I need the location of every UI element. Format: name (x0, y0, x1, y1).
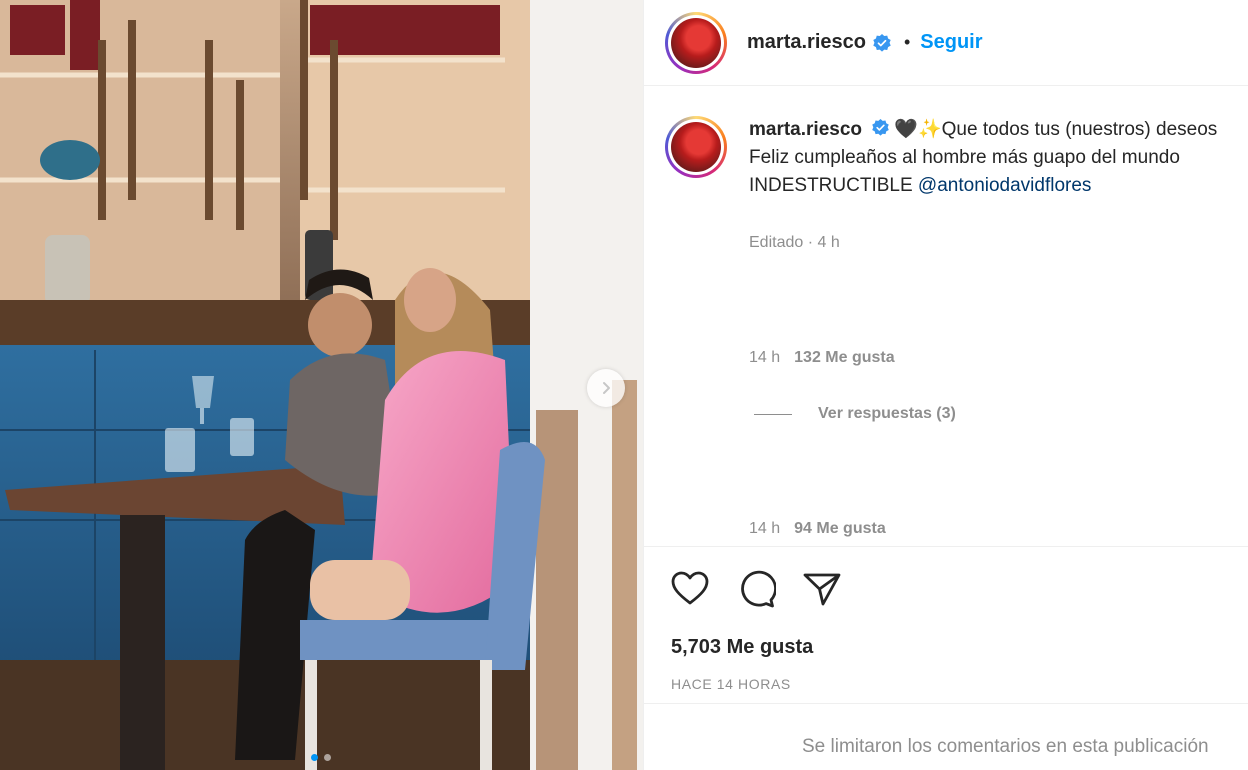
header-username[interactable]: marta.riesco (747, 31, 866, 54)
comments-limited-notice: Se limitaron los comentarios en esta pub… (644, 703, 1248, 770)
carousel-indicator (311, 754, 331, 761)
share-icon[interactable] (802, 569, 842, 609)
caption-avatar[interactable] (665, 116, 727, 178)
comment-time: 14 h (749, 349, 781, 366)
mention-link[interactable]: @antoniodavidflores (918, 175, 1092, 196)
comment-meta: 14 h 94 Me gusta (749, 520, 886, 538)
post-actions: 5,703 Me gusta HACE 14 HORAS (644, 546, 1248, 703)
caption-emoji: 🖤✨ (894, 119, 942, 140)
comment-likes[interactable]: 94 Me gusta (794, 520, 886, 537)
header-separator: • (903, 32, 911, 52)
comment-icon[interactable] (736, 569, 776, 609)
comment-time: 14 h (749, 520, 781, 537)
verified-badge-icon (872, 119, 890, 137)
caption-text: marta.riesco 🖤✨Que todos tus (nuestros) … (749, 116, 1217, 200)
heart-icon[interactable] (670, 569, 710, 609)
follow-button[interactable]: Seguir (920, 31, 982, 54)
replies-divider (754, 413, 792, 415)
comment-likes[interactable]: 132 Me gusta (794, 349, 894, 366)
post-side-panel: marta.riesco • Seguir marta.riesco 🖤✨Que… (643, 0, 1248, 770)
verified-badge-icon (873, 33, 891, 52)
next-slide-button[interactable] (587, 369, 625, 407)
caption: marta.riesco 🖤✨Que todos tus (nuestros) … (665, 116, 1217, 200)
carousel-dot-active (311, 754, 318, 761)
carousel-dot (324, 754, 331, 761)
caption-line-2: Feliz cumpleaños al hombre más guapo del… (749, 147, 1180, 168)
comment-meta: 14 h 132 Me gusta (749, 349, 895, 367)
likes-count[interactable]: 5,703 Me gusta (671, 636, 813, 659)
avatar[interactable] (665, 11, 727, 74)
chevron-right-icon (603, 382, 610, 394)
edited-timestamp: Editado · 4 h (749, 234, 840, 251)
caption-username[interactable]: marta.riesco (749, 119, 862, 140)
caption-line-1: Que todos tus (nuestros) deseos (941, 119, 1218, 140)
caption-line-3: INDESTRUCTIBLE (749, 175, 918, 196)
view-replies-label: Ver respuestas (3) (818, 405, 956, 422)
view-replies-button[interactable]: Ver respuestas (3) (754, 405, 956, 423)
post-photo[interactable] (0, 0, 643, 770)
comments-limited-text: Se limitaron los comentarios en esta pub… (802, 736, 1209, 757)
restaurant-photo (0, 0, 643, 770)
comments-area[interactable]: marta.riesco 🖤✨Que todos tus (nuestros) … (644, 87, 1248, 545)
post-time: HACE 14 HORAS (671, 676, 791, 692)
post-header: marta.riesco • Seguir (644, 0, 1248, 86)
